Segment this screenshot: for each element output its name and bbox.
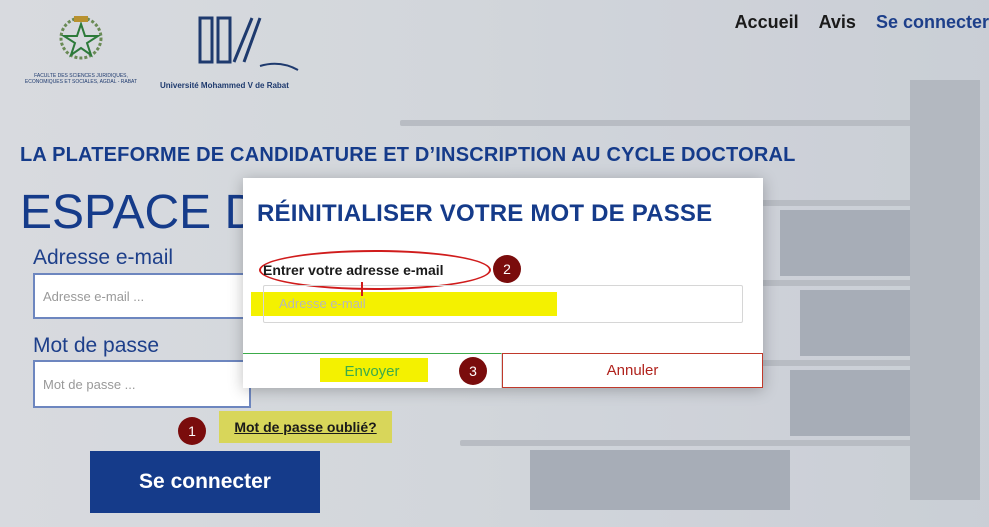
modal-footer: Envoyer Annuler (243, 353, 763, 388)
modal-email-label: Entrer votre adresse e-mail (263, 262, 444, 278)
email-input[interactable]: Adresse e-mail ... (33, 273, 251, 319)
forgot-password-link[interactable]: Mot de passe oublié? (219, 411, 392, 443)
step-marker-3: 3 (459, 357, 487, 385)
step-marker-2: 2 (493, 255, 521, 283)
page-headline: LA PLATEFORME DE CANDIDATURE ET D’INSCRI… (20, 144, 796, 166)
modal-title: RÉINITIALISER VOTRE MOT DE PASSE (257, 200, 713, 227)
nav-accueil[interactable]: Accueil (735, 12, 799, 33)
send-button-label: Envoyer (344, 362, 400, 380)
faculty-logo-caption: FACULTE DES SCIENCES JURIDIQUES, ECONOMI… (24, 73, 138, 85)
university-logo-caption: Université Mohammed V de Rabat (160, 81, 289, 90)
cancel-button[interactable]: Annuler (502, 353, 763, 388)
university-logo: Université Mohammed V de Rabat (160, 14, 305, 94)
top-nav: Accueil Avis Se connecter (735, 12, 989, 33)
modal-email-placeholder: Adresse e-mail (279, 296, 366, 311)
email-label: Adresse e-mail (33, 246, 174, 269)
password-placeholder: Mot de passe ... (43, 376, 136, 392)
nav-avis[interactable]: Avis (819, 12, 856, 33)
faculty-logo: FACULTE DES SCIENCES JURIDIQUES, ECONOMI… (22, 12, 140, 100)
step-marker-1: 1 (178, 417, 206, 445)
annotation-arrow (361, 282, 363, 296)
password-input[interactable]: Mot de passe ... (33, 360, 251, 408)
login-button[interactable]: Se connecter (90, 451, 320, 513)
nav-se-connecter[interactable]: Se connecter (876, 12, 989, 33)
password-label: Mot de passe (33, 334, 160, 357)
reset-password-modal: RÉINITIALISER VOTRE MOT DE PASSE Entrer … (243, 178, 763, 388)
email-placeholder: Adresse e-mail ... (43, 288, 145, 304)
espace-title: ESPACE D (20, 186, 260, 239)
